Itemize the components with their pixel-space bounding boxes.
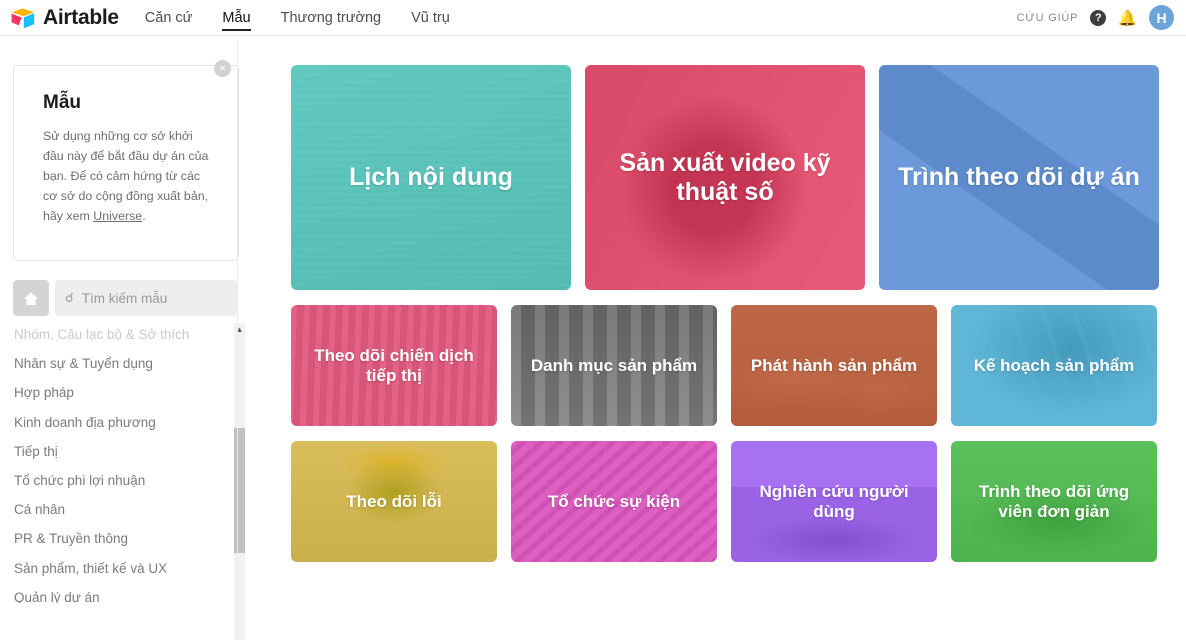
sidebar-divider	[237, 37, 238, 603]
home-icon	[24, 292, 38, 305]
template-card-content-calendar[interactable]: Lịch nội dung	[291, 65, 571, 290]
header-actions: CỨU GIÚP ? 🔔 H	[1017, 5, 1174, 30]
template-card-title: Trình theo dõi ứng viên đơn giản	[978, 481, 1130, 521]
templates-info-card: × Mẫu Sử dụng những cơ sở khởi đầu này đ…	[13, 60, 239, 261]
templates-row-2: Theo dõi lỗi Tổ chức sự kiện Nghiên cứu …	[291, 441, 1186, 562]
template-card-title: Nghiên cứu người dùng	[759, 481, 909, 521]
app-header: Airtable Căn cứ Mẫu Thương trường Vũ trụ…	[0, 0, 1186, 36]
sidebar: × Mẫu Sử dụng những cơ sở khởi đầu này đ…	[0, 37, 253, 640]
sidebar-scrollbar[interactable]: ▲	[234, 323, 245, 640]
template-card-event-planning[interactable]: Tổ chức sự kiện	[511, 441, 717, 562]
sidebar-item-legal[interactable]: Hợp pháp	[0, 378, 253, 407]
search-input[interactable]: ☌ Tìm kiếm mẫu	[55, 280, 237, 316]
sidebar-item-groups-clubs[interactable]: Nhóm, Câu lạc bộ & Sở thích	[0, 320, 253, 349]
template-card-bug-tracker[interactable]: Theo dõi lỗi	[291, 441, 497, 562]
template-card-product-planning[interactable]: Kế hoạch sản phẩm	[951, 305, 1157, 426]
question-mark-icon[interactable]: ?	[1090, 9, 1107, 26]
sidebar-item-pr-media[interactable]: PR & Truyền thông	[0, 524, 253, 553]
search-placeholder: Tìm kiếm mẫu	[81, 290, 168, 306]
close-icon[interactable]: ×	[214, 60, 231, 77]
sidebar-item-nonprofit[interactable]: Tổ chức phi lợi nhuận	[0, 466, 253, 495]
nav-item-templates[interactable]: Mẫu	[222, 0, 251, 36]
template-card-marketing-campaign-tracking[interactable]: Theo dõi chiến dịch tiếp thị	[291, 305, 497, 426]
scrollbar-thumb[interactable]	[234, 428, 245, 553]
sidebar-item-local-business[interactable]: Kinh doanh địa phương	[0, 408, 253, 437]
template-card-title: Kế hoạch sản phẩm	[973, 355, 1135, 375]
airtable-logo[interactable]: Airtable	[10, 6, 119, 30]
airtable-logo-icon	[10, 7, 36, 29]
user-avatar[interactable]: H	[1149, 5, 1174, 30]
template-card-product-launch[interactable]: Phát hành sản phẩm	[731, 305, 937, 426]
home-button[interactable]	[13, 280, 49, 316]
templates-row-1: Theo dõi chiến dịch tiếp thị Danh mục sả…	[291, 305, 1186, 426]
template-card-project-tracker[interactable]: Trình theo dõi dự án	[879, 65, 1159, 290]
category-list[interactable]: Nhóm, Câu lạc bộ & Sở thích Nhân sự & Tu…	[0, 320, 253, 603]
template-card-title: Tổ chức sự kiện	[547, 491, 681, 511]
info-card-text-end: .	[142, 209, 146, 223]
template-card-title: Danh mục sản phẩm	[530, 355, 698, 375]
brand-name: Airtable	[43, 5, 119, 29]
templates-main: Lịch nội dung Sản xuất video kỹ thuật số…	[253, 37, 1186, 603]
template-card-digital-video-production[interactable]: Sản xuất video kỹ thuật số	[585, 65, 865, 290]
template-card-title: Trình theo dõi dự án	[898, 163, 1140, 192]
nav-item-marketplace[interactable]: Thương trường	[281, 0, 382, 36]
nav-item-universe[interactable]: Vũ trụ	[411, 0, 450, 36]
info-card-body: Sử dụng những cơ sở khởi đầu này để bắt …	[43, 126, 209, 226]
sidebar-item-product-design-ux[interactable]: Sản phẩm, thiết kế và UX	[0, 554, 253, 583]
template-card-title: Phát hành sản phẩm	[750, 355, 918, 375]
sidebar-item-personal[interactable]: Cá nhân	[0, 495, 253, 524]
sidebar-item-hr-recruiting[interactable]: Nhân sự & Tuyển dụng	[0, 349, 253, 378]
sidebar-item-marketing[interactable]: Tiếp thị	[0, 437, 253, 466]
main-nav: Căn cứ Mẫu Thương trường Vũ trụ	[145, 0, 480, 36]
template-card-title: Theo dõi chiến dịch tiếp thị	[314, 345, 474, 385]
template-card-simple-applicant-tracker[interactable]: Trình theo dõi ứng viên đơn giản	[951, 441, 1157, 562]
sidebar-item-project-management[interactable]: Quản lý dự án	[0, 583, 253, 603]
sidebar-search-row: ☌ Tìm kiếm mẫu	[13, 280, 237, 316]
template-card-title: Theo dõi lỗi	[346, 491, 442, 511]
nav-item-bases[interactable]: Căn cứ	[145, 0, 193, 36]
help-label: CỨU GIÚP	[1016, 11, 1079, 24]
scroll-up-icon[interactable]: ▲	[234, 324, 245, 335]
template-card-user-research[interactable]: Nghiên cứu người dùng	[731, 441, 937, 562]
search-icon: ☌	[65, 290, 74, 305]
featured-templates-row: Lịch nội dung Sản xuất video kỹ thuật số…	[291, 65, 1186, 290]
template-card-title: Sản xuất video kỹ thuật số	[619, 148, 831, 206]
universe-link[interactable]: Universe	[93, 209, 142, 223]
info-card-title: Mẫu	[43, 92, 81, 113]
template-card-title: Lịch nội dung	[349, 163, 513, 192]
template-card-product-catalog[interactable]: Danh mục sản phẩm	[511, 305, 717, 426]
bell-icon[interactable]: 🔔	[1118, 9, 1137, 27]
